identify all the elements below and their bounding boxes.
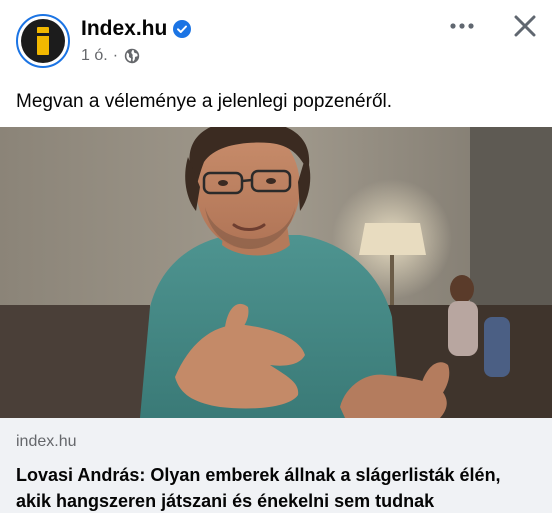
facebook-post: Index.hu 1 ó. · Megvan a véleménye a jel… <box>0 0 552 513</box>
meta-separator: · <box>112 47 119 64</box>
post-caption: Megvan a véleménye a jelenlegi popzenérő… <box>16 91 393 112</box>
more-options-button[interactable] <box>446 14 478 38</box>
page-name-row: Index.hu <box>81 16 192 42</box>
page-name[interactable]: Index.hu <box>81 16 167 42</box>
link-domain: index.hu <box>16 433 77 450</box>
post-meta: 1 ó. · <box>81 46 140 66</box>
portrait-photo <box>0 127 552 418</box>
link-preview-footer[interactable]: index.hu Lovasi András: Olyan emberek ál… <box>0 418 552 513</box>
link-title[interactable]: Lovasi András: Olyan emberek állnak a sl… <box>16 462 536 513</box>
close-button[interactable] <box>509 10 541 42</box>
index-logo-mark <box>37 27 49 55</box>
index-logo <box>21 19 65 63</box>
close-icon <box>514 15 536 37</box>
page-avatar[interactable] <box>16 14 70 68</box>
post-timestamp[interactable]: 1 ó. <box>81 46 108 66</box>
link-preview-image[interactable] <box>0 127 552 418</box>
more-options-icon <box>450 23 474 29</box>
verified-badge-icon <box>173 20 192 38</box>
globe-icon[interactable] <box>124 48 140 64</box>
post-header: Index.hu 1 ó. · <box>0 0 552 80</box>
